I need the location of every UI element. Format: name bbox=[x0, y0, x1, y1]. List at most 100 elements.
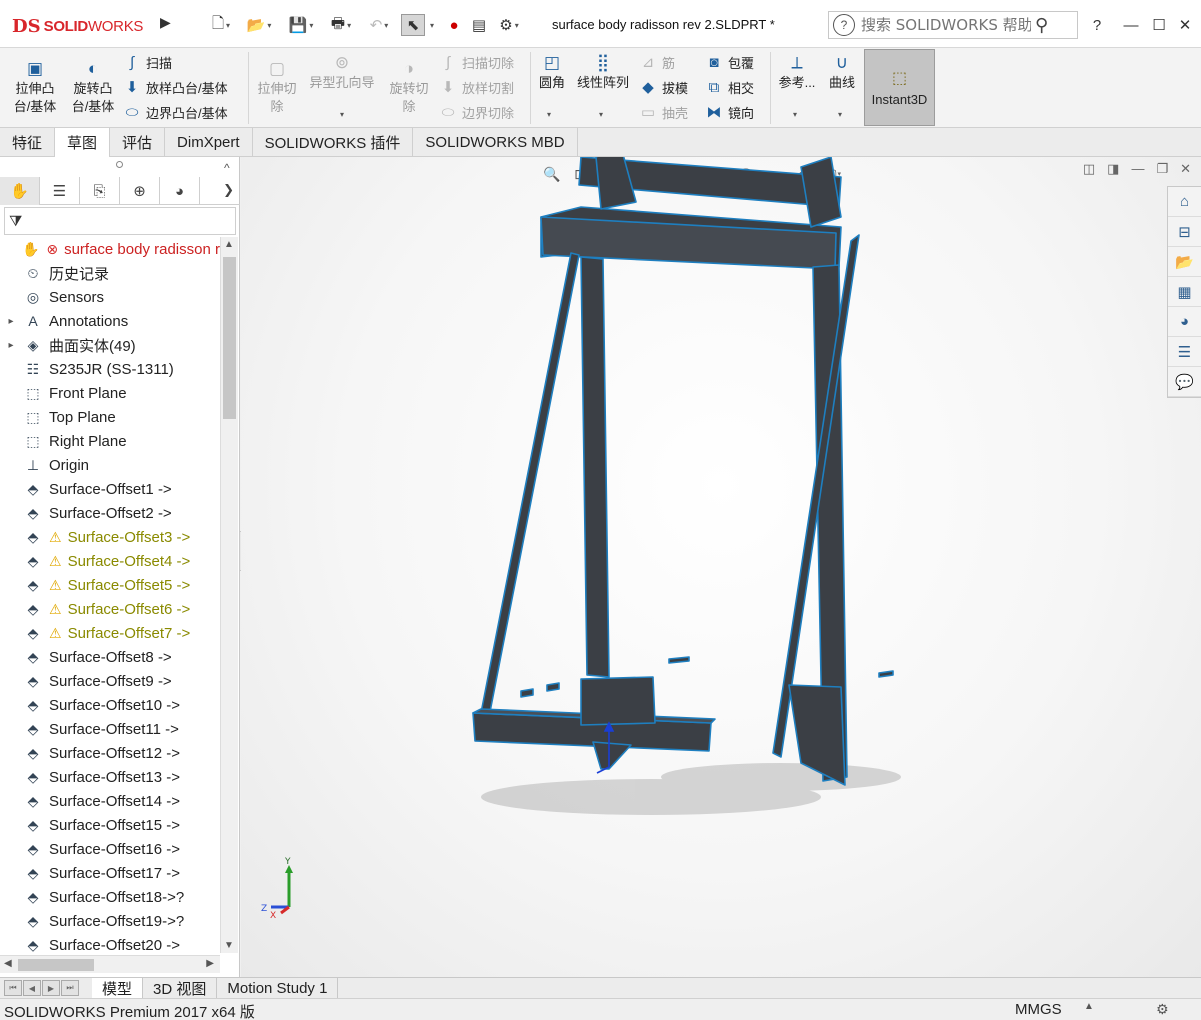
appearances-icon[interactable]: ◕ bbox=[1168, 307, 1201, 337]
tree-item[interactable]: ⬘ ⚠ Surface-Offset6 -> bbox=[0, 597, 220, 621]
tree-item[interactable]: ⬘ Surface-Offset17 -> bbox=[0, 861, 220, 885]
restore-button[interactable]: ☐ bbox=[1146, 12, 1172, 38]
curves-dropdown-icon[interactable]: ▾ bbox=[838, 110, 842, 119]
instant3d-toggle[interactable]: ⬚ Instant3D bbox=[864, 49, 935, 126]
last-tab-icon[interactable]: ⏭ bbox=[61, 980, 79, 996]
reference-geometry-button[interactable]: ⟂ 参考... bbox=[774, 52, 820, 92]
hole-wizard-button[interactable]: ⊚ 异型孔向导 bbox=[304, 52, 380, 92]
help-search-input[interactable] bbox=[861, 16, 1031, 34]
hole-wizard-dropdown-icon[interactable]: ▾ bbox=[340, 110, 344, 119]
select-dropdown-icon[interactable]: ▾ bbox=[426, 14, 436, 36]
home-icon[interactable]: ⌂ bbox=[1168, 187, 1201, 217]
tab-evaluate[interactable]: 评估 bbox=[110, 128, 166, 157]
sweep-button[interactable]: ∫ 扫描 bbox=[122, 50, 172, 74]
next-tab-icon[interactable]: ▶ bbox=[42, 980, 60, 996]
tree-item[interactable]: ⬘ Surface-Offset14 -> bbox=[0, 789, 220, 813]
print-icon[interactable]: 🖶 ▾ bbox=[324, 14, 358, 36]
tab-dimxpert[interactable]: DimXpert bbox=[165, 128, 253, 157]
open-file-icon[interactable]: 📂 ▾ bbox=[244, 14, 274, 36]
reference-geometry-dropdown-icon[interactable]: ▾ bbox=[793, 110, 797, 119]
expand-arrow-icon[interactable]: ▸ bbox=[0, 340, 22, 351]
swept-cut-button[interactable]: ∫ 扫描切除 bbox=[438, 50, 514, 74]
tree-item[interactable]: ⬘ Surface-Offset2 -> bbox=[0, 501, 220, 525]
tree-item[interactable]: ▸ ◈ 曲面实体(49) bbox=[0, 333, 220, 357]
shell-button[interactable]: ▭ 抽壳 bbox=[638, 100, 688, 124]
linear-pattern-button[interactable]: ⣿ 线性阵列 bbox=[572, 52, 634, 92]
draft-button[interactable]: ◆ 拔模 bbox=[638, 75, 688, 99]
boundary-cut-button[interactable]: ⬭ 边界切除 bbox=[438, 100, 514, 124]
rib-button[interactable]: ⊿ 筋 bbox=[638, 50, 675, 74]
scroll-left-icon[interactable]: ◀ bbox=[4, 958, 12, 969]
tab-solidworks-mbd[interactable]: SOLIDWORKS MBD bbox=[413, 128, 578, 157]
tree-item[interactable]: ⬘ Surface-Offset12 -> bbox=[0, 741, 220, 765]
scroll-down-icon[interactable]: ▼ bbox=[224, 940, 234, 951]
tree-item[interactable]: ⬚ Top Plane bbox=[0, 405, 220, 429]
tree-item[interactable]: ⬘ ⚠ Surface-Offset4 -> bbox=[0, 549, 220, 573]
tree-item[interactable]: ⬘ ⚠ Surface-Offset3 -> bbox=[0, 525, 220, 549]
chevron-right-icon[interactable]: ❯ bbox=[223, 182, 234, 198]
design-library-icon[interactable]: ⊟ bbox=[1168, 217, 1201, 247]
status-tools-icon[interactable]: ⚙ bbox=[1156, 1001, 1169, 1018]
3d-model[interactable] bbox=[241, 157, 1201, 977]
forum-icon[interactable]: 💬 bbox=[1168, 367, 1201, 397]
undo-icon[interactable]: ↶ ▾ bbox=[362, 14, 396, 36]
tree-vertical-scrollbar[interactable]: ▲ ▼ bbox=[220, 237, 238, 953]
solidworks-logo[interactable]: DS SOLIDWORKS bbox=[12, 10, 157, 42]
tree-item[interactable]: ⏲ 历史记录 bbox=[0, 261, 220, 285]
tree-item[interactable]: ☷ S235JR (SS-1311) bbox=[0, 357, 220, 381]
rebuild-icon[interactable]: ● bbox=[444, 14, 464, 36]
linear-pattern-dropdown-icon[interactable]: ▾ bbox=[599, 110, 603, 119]
tree-item[interactable]: ⬘ Surface-Offset16 -> bbox=[0, 837, 220, 861]
scroll-right-icon[interactable]: ▶ bbox=[206, 958, 214, 969]
unit-system-selector[interactable]: MMGS bbox=[1015, 1001, 1062, 1018]
tree-item[interactable]: ⬘ ⚠ Surface-Offset7 -> bbox=[0, 621, 220, 645]
file-explorer-icon[interactable]: 📂 bbox=[1168, 247, 1201, 277]
custom-properties-icon[interactable]: ☰ bbox=[1168, 337, 1201, 367]
save-icon[interactable]: 💾 ▾ bbox=[284, 14, 318, 36]
tab-features[interactable]: 特征 bbox=[0, 128, 56, 157]
tree-horizontal-scrollbar[interactable]: ◀ ▶ bbox=[0, 955, 220, 973]
fillet-button[interactable]: ◰ 圆角 bbox=[534, 52, 570, 92]
extrude-cut-button[interactable]: ▢ 拉伸切 除 bbox=[252, 58, 302, 116]
extrude-boss-button[interactable]: ▣ 拉伸凸 台/基体 bbox=[8, 58, 62, 116]
options-gear-icon[interactable]: ⚙ ▾ bbox=[494, 14, 524, 36]
property-manager-tab-icon[interactable]: ☰ bbox=[40, 177, 80, 205]
file-properties-icon[interactable]: ▤ bbox=[468, 14, 490, 36]
loft-button[interactable]: ⬇ 放样凸台/基体 bbox=[122, 75, 228, 99]
configuration-manager-tab-icon[interactable]: ⎘ bbox=[80, 177, 120, 205]
tree-item[interactable]: ⬚ Right Plane bbox=[0, 429, 220, 453]
scroll-thumb[interactable] bbox=[223, 257, 236, 419]
tree-item[interactable]: ⬘ Surface-Offset1 -> bbox=[0, 477, 220, 501]
lofted-cut-button[interactable]: ⬇ 放样切割 bbox=[438, 75, 514, 99]
help-search-box[interactable]: ? ⚲ bbox=[828, 11, 1078, 39]
unit-system-up-icon[interactable]: ▲ bbox=[1084, 1001, 1094, 1012]
feature-manager-tab-icon[interactable]: ✋ bbox=[0, 177, 40, 205]
tree-item[interactable]: ⬘ Surface-Offset20 -> bbox=[0, 933, 220, 954]
tree-item[interactable]: ⬘ Surface-Offset9 -> bbox=[0, 669, 220, 693]
tree-item[interactable]: ⬘ Surface-Offset19->? bbox=[0, 909, 220, 933]
minimize-button[interactable]: — bbox=[1118, 12, 1144, 38]
tab-sketch[interactable]: 草图 bbox=[55, 128, 111, 157]
tree-item[interactable]: ⬘ Surface-Offset8 -> bbox=[0, 645, 220, 669]
dimxpert-manager-tab-icon[interactable]: ⊕ bbox=[120, 177, 160, 205]
graphics-area[interactable]: 🔍 ⊡ ↶ ◩ ✎ ⬡▾ ◧▾ 👁▾ ◕▾ ◓▾ 🖵▾ ◫ ◨ — ❐ ✕ bbox=[241, 157, 1201, 977]
tree-filter-icon[interactable]: ⧩ bbox=[4, 207, 236, 235]
tab-solidworks-addins[interactable]: SOLIDWORKS 插件 bbox=[253, 128, 414, 157]
intersect-button[interactable]: ⧉ 相交 bbox=[704, 75, 754, 99]
panel-split-handle[interactable] bbox=[116, 161, 123, 168]
collapse-tree-icon[interactable]: ^ bbox=[224, 161, 230, 175]
tab-motion-study-1[interactable]: Motion Study 1 bbox=[217, 978, 339, 999]
first-tab-icon[interactable]: ⏮ bbox=[4, 980, 22, 996]
mirror-button[interactable]: ⧓ 镜向 bbox=[704, 100, 755, 124]
help-button[interactable]: ? bbox=[1084, 12, 1110, 38]
tree-item[interactable]: ⬘ Surface-Offset11 -> bbox=[0, 717, 220, 741]
expand-arrow-icon[interactable]: ▸ bbox=[0, 316, 22, 327]
search-icon[interactable]: ⚲ bbox=[1035, 15, 1048, 36]
display-manager-tab-icon[interactable]: ◕ bbox=[160, 177, 200, 205]
close-button[interactable]: ✕ bbox=[1172, 12, 1198, 38]
revolve-cut-button[interactable]: ◑ 旋转切 除 bbox=[384, 58, 434, 116]
tree-item[interactable]: ⬘ Surface-Offset10 -> bbox=[0, 693, 220, 717]
fillet-dropdown-icon[interactable]: ▾ bbox=[547, 110, 551, 119]
tree-item[interactable]: ⬚ Front Plane bbox=[0, 381, 220, 405]
tree-item[interactable]: ⬘ ⚠ Surface-Offset5 -> bbox=[0, 573, 220, 597]
